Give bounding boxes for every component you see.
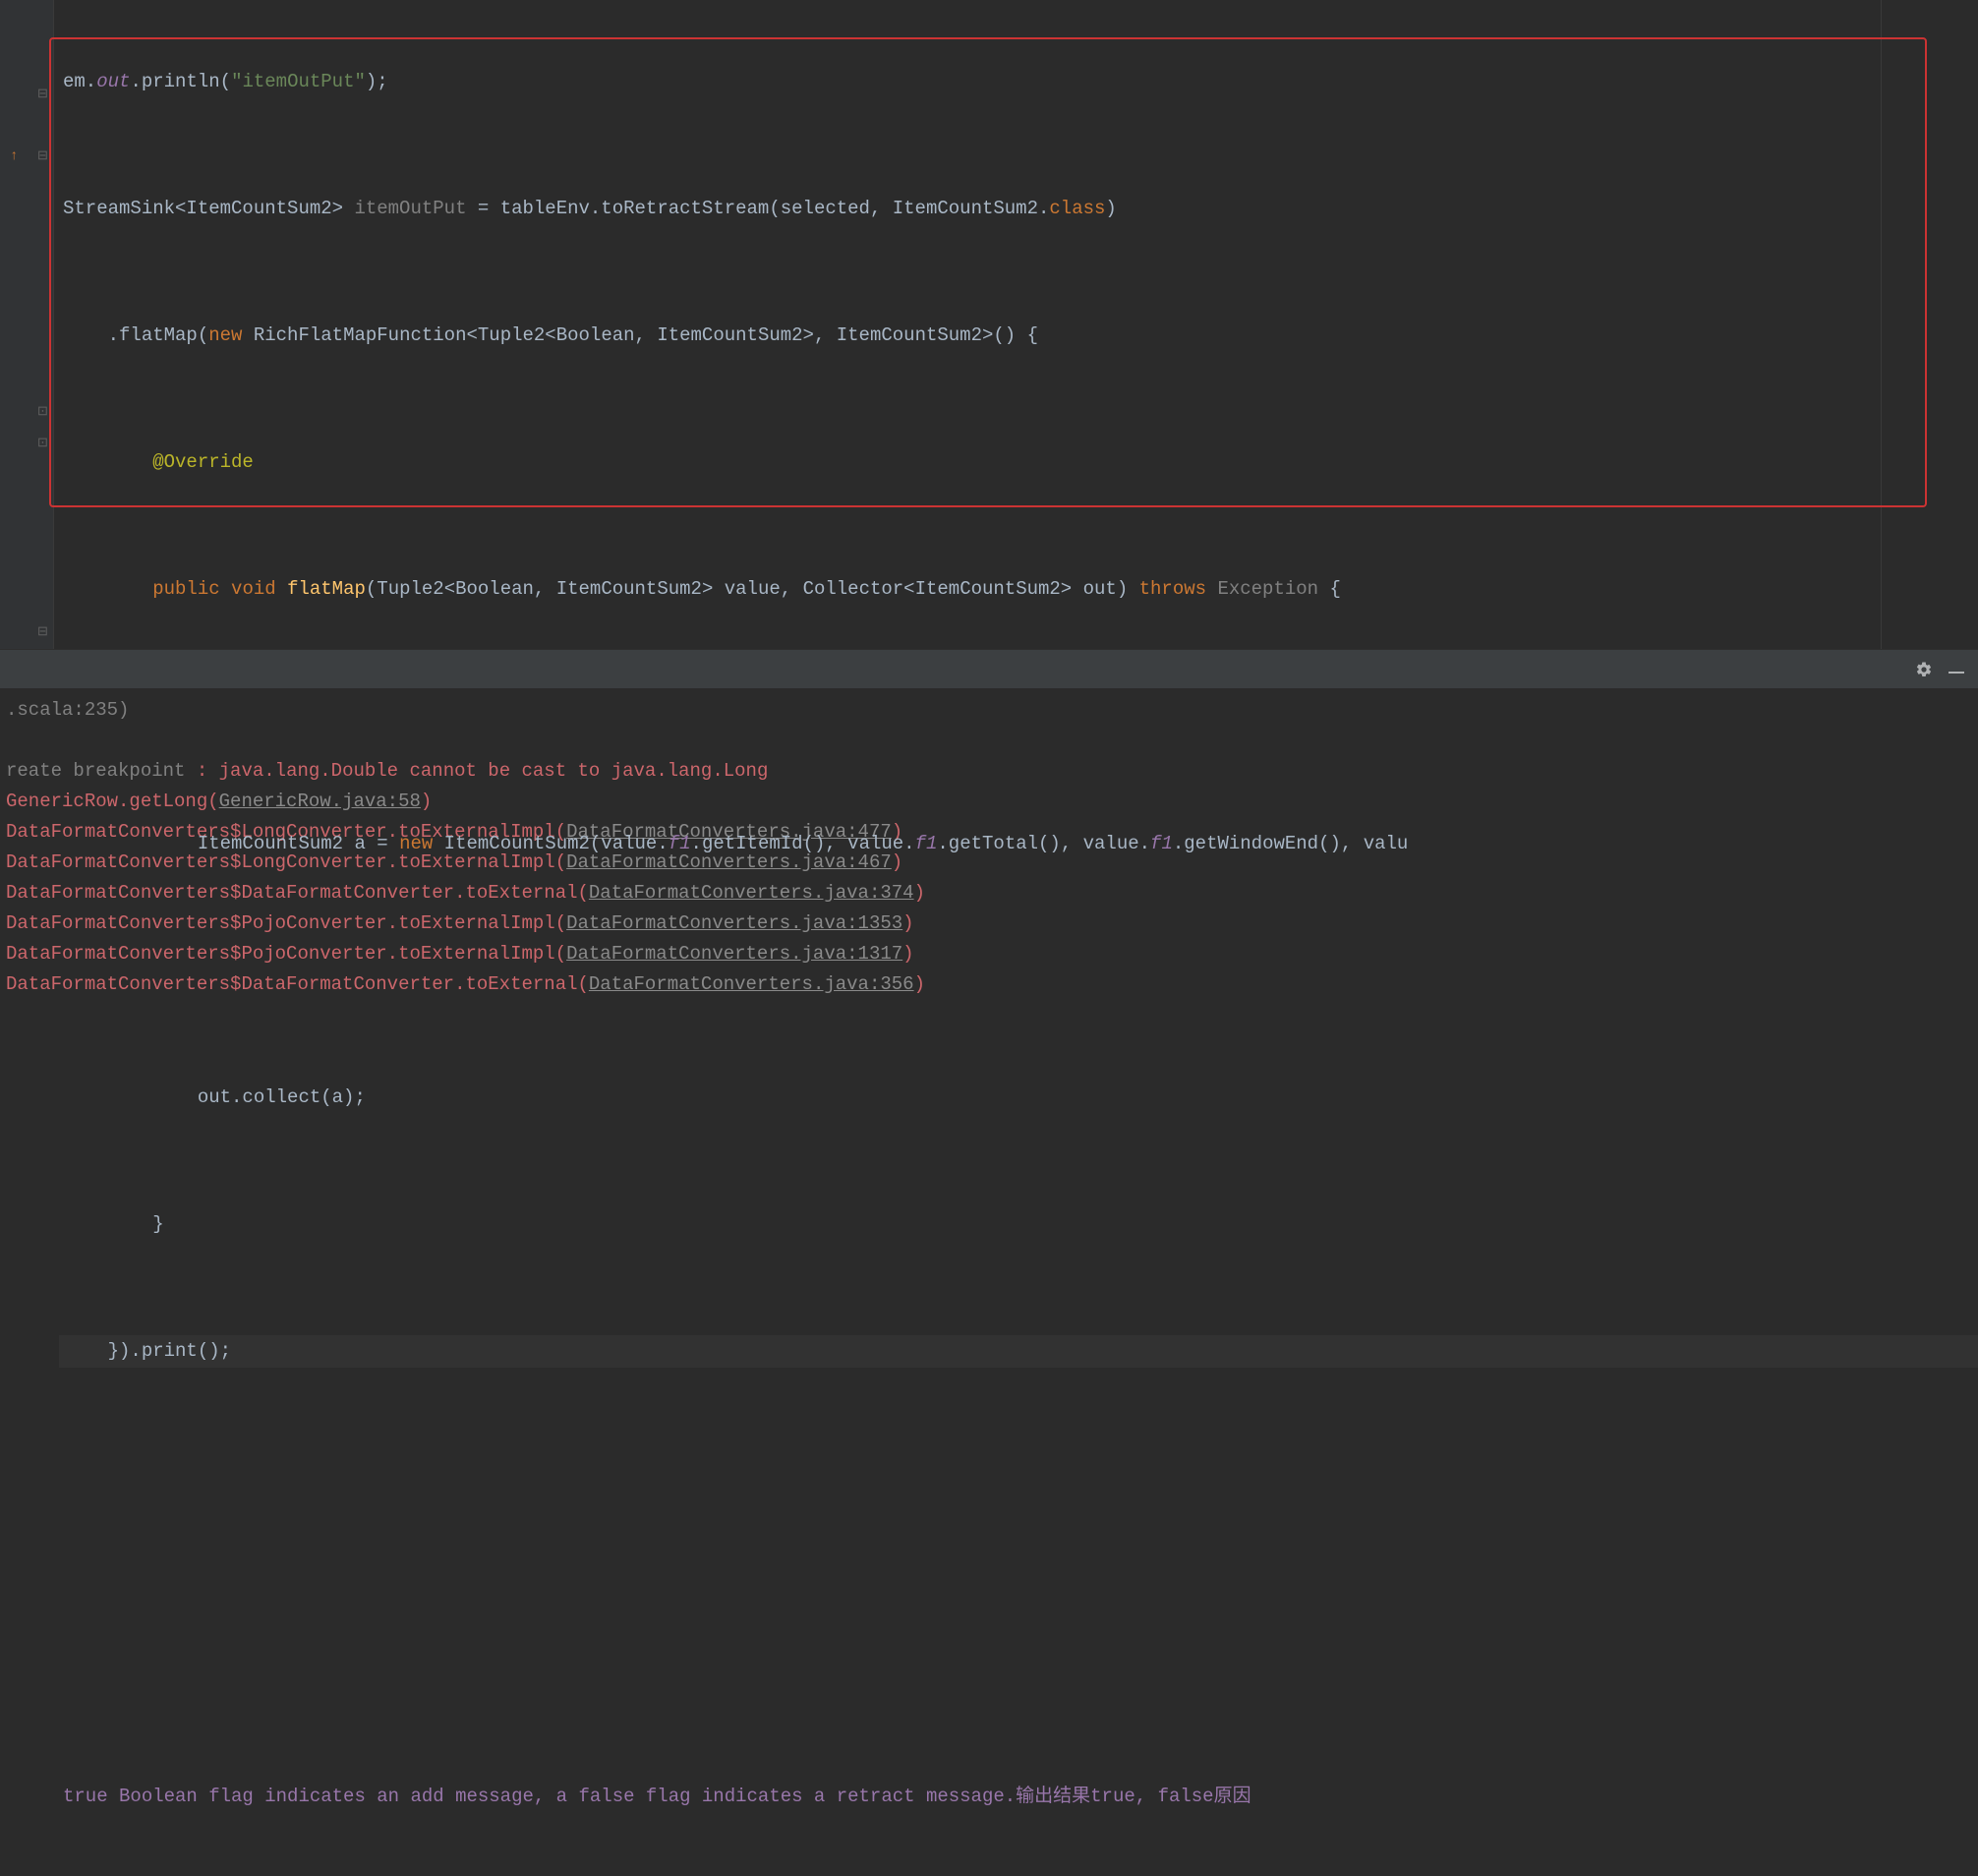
code-line-blank[interactable] xyxy=(59,1463,1978,1495)
code-line-current[interactable]: }).print(); xyxy=(59,1335,1978,1367)
fold-end-icon[interactable]: ⊡ xyxy=(37,401,48,423)
code-line[interactable]: public void flatMap(Tuple2<Boolean, Item… xyxy=(59,573,1978,605)
code-line[interactable]: out.collect(a); xyxy=(59,1082,1978,1113)
code-line-blank[interactable] xyxy=(59,1653,1978,1684)
code-line-blank[interactable] xyxy=(59,701,1978,733)
code-line-comment[interactable]: true Boolean flag indicates an add messa… xyxy=(59,1781,1978,1812)
code-line-blank[interactable] xyxy=(59,955,1978,986)
fold-marker-icon[interactable]: ⊟ xyxy=(37,146,48,167)
code-line[interactable]: .flatMap(new RichFlatMapFunction<Tuple2<… xyxy=(59,320,1978,351)
code-line[interactable]: em.out.println("itemOutPut"); xyxy=(59,66,1978,97)
code-line[interactable]: ItemCountSum2 a = new ItemCountSum2(valu… xyxy=(59,828,1978,859)
fold-marker-icon[interactable]: ⊟ xyxy=(37,84,48,105)
editor-gutter: ↑ ⊟ ⊟ ⊡ ⊡ ⊟ xyxy=(0,0,54,649)
vcs-change-marker-icon: ↑ xyxy=(10,146,18,169)
code-content[interactable]: em.out.println("itemOutPut"); StreamSink… xyxy=(59,0,1978,1876)
code-line[interactable]: @Override xyxy=(59,446,1978,478)
fold-marker-icon[interactable]: ⊟ xyxy=(37,621,48,643)
code-line-blank[interactable] xyxy=(59,1558,1978,1590)
fold-end-icon[interactable]: ⊡ xyxy=(37,433,48,454)
code-line[interactable]: StreamSink<ItemCountSum2> itemOutPut = t… xyxy=(59,193,1978,224)
code-line[interactable]: } xyxy=(59,1208,1978,1240)
code-editor[interactable]: ↑ ⊟ ⊟ ⊡ ⊡ ⊟ em.out.println("itemOutPut")… xyxy=(0,0,1978,649)
